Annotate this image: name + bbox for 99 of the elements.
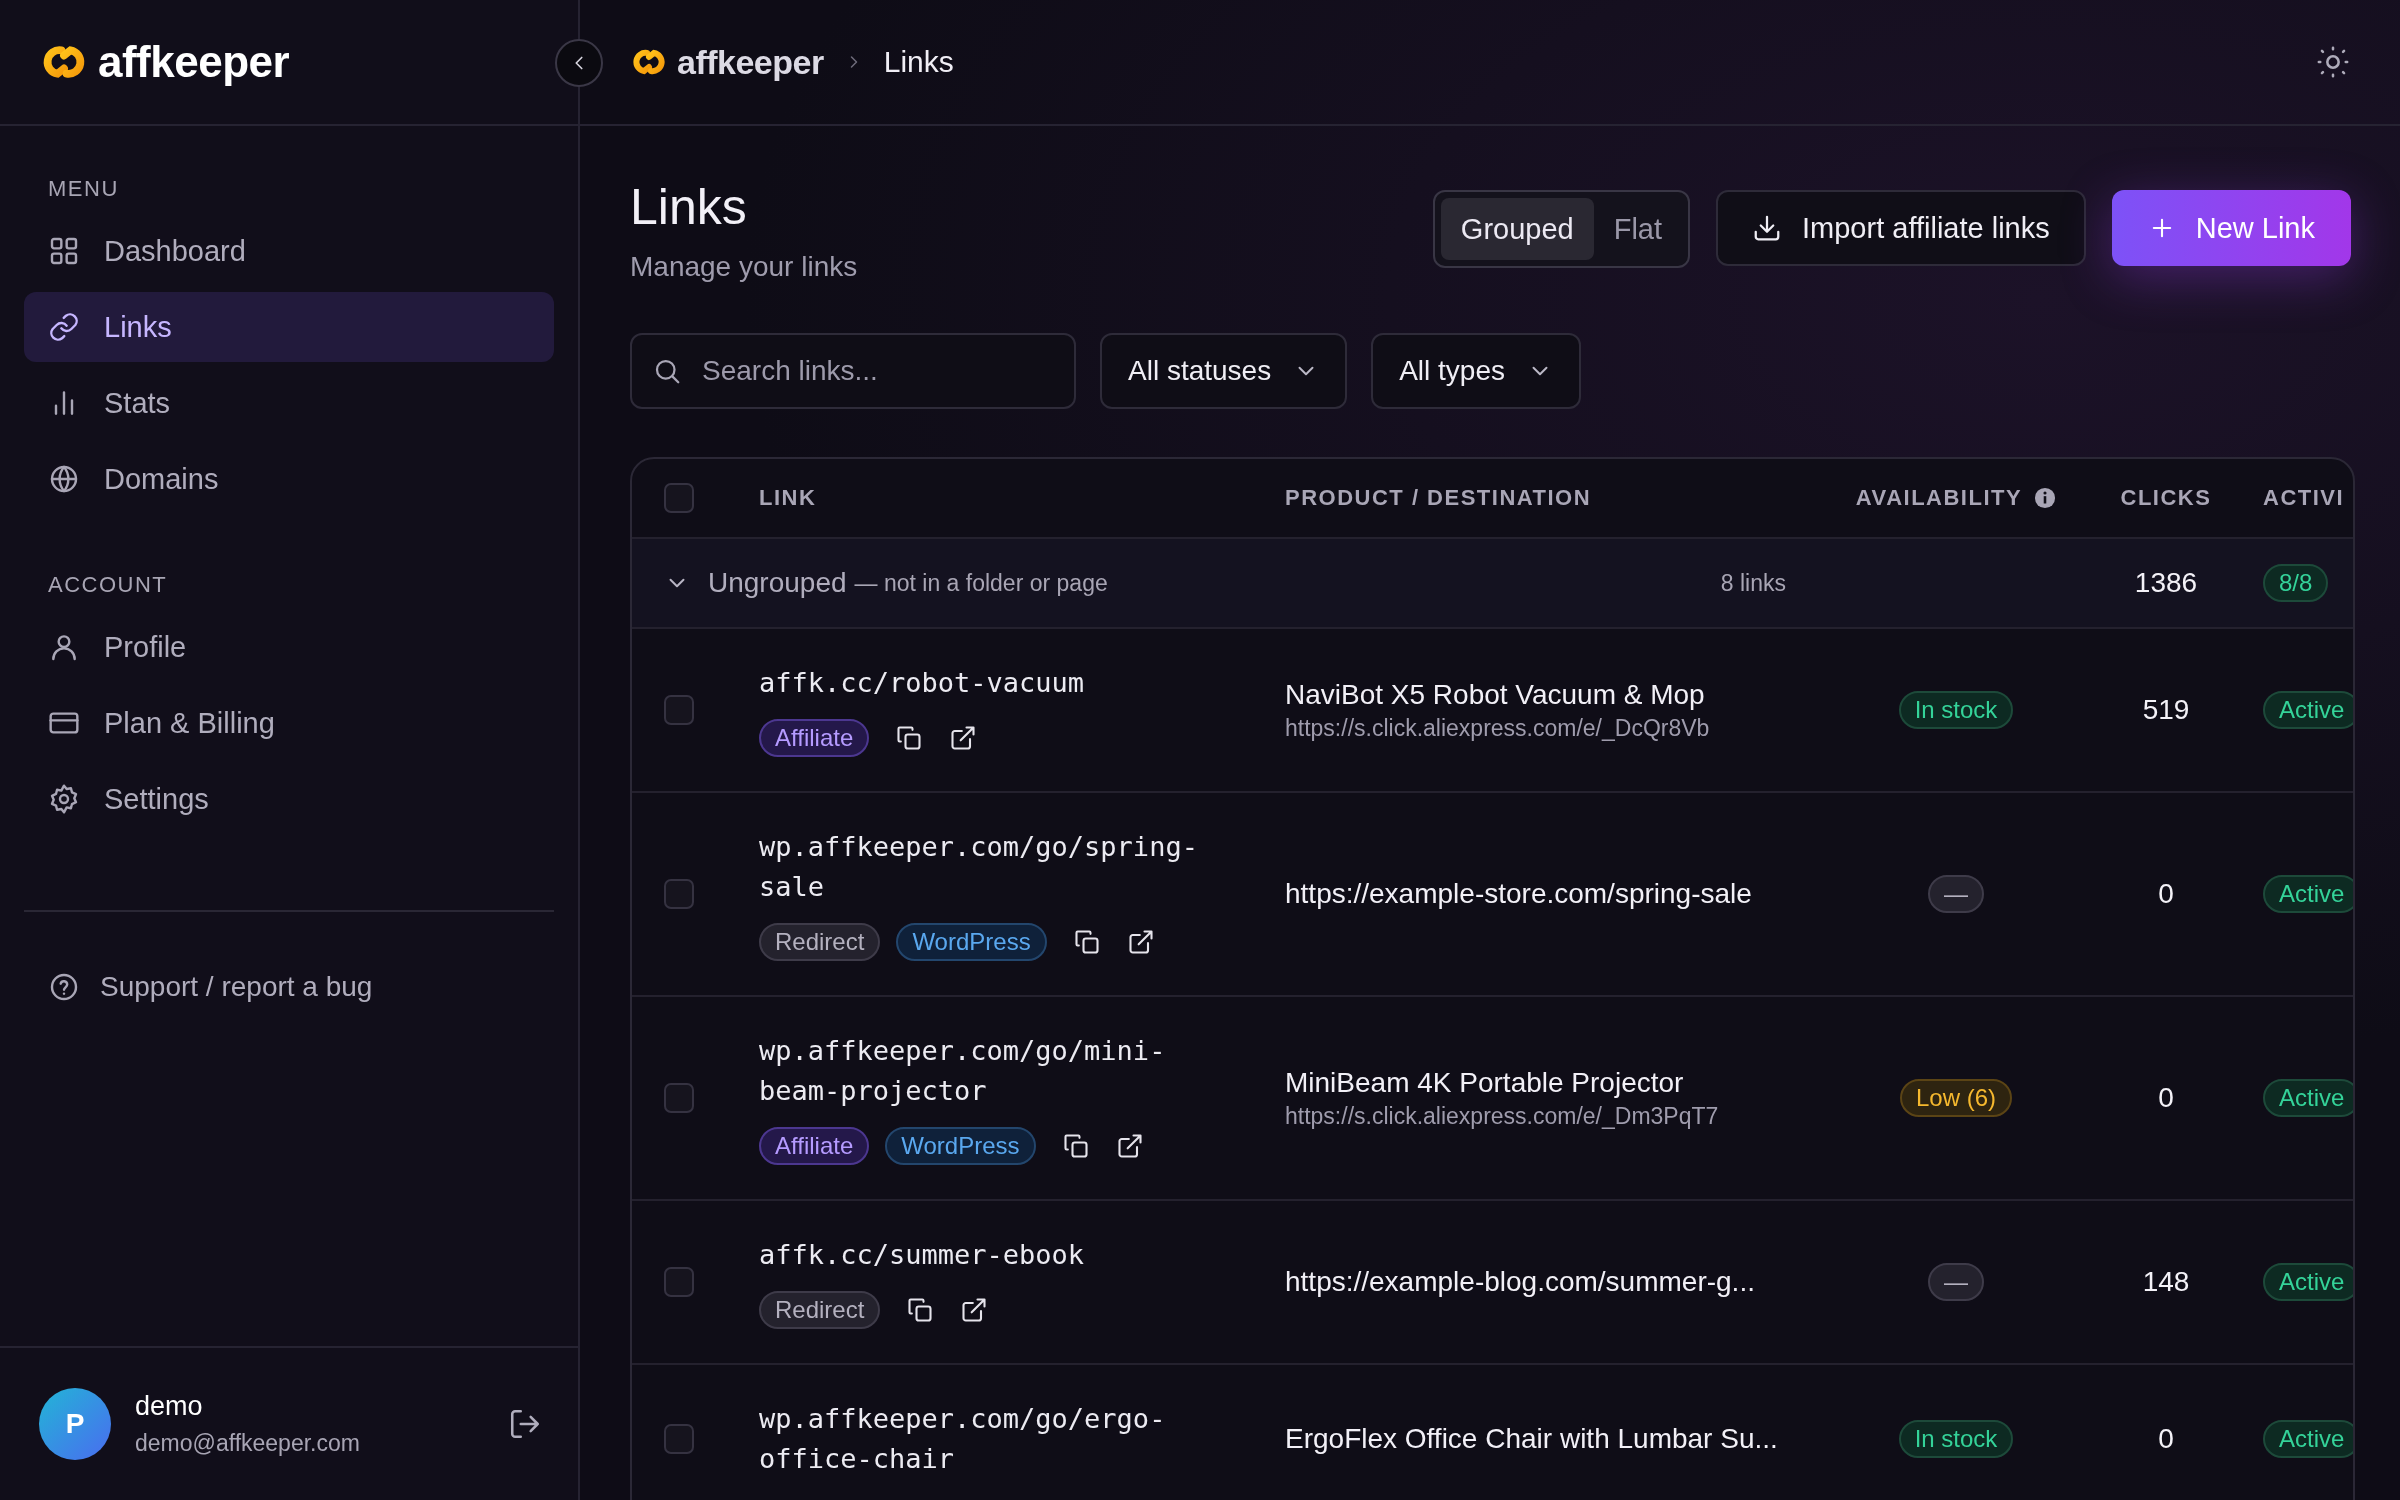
link-tag: Redirect [759, 1291, 881, 1329]
click-count: 0 [2158, 1423, 2174, 1455]
filter-dropdown[interactable]: All types [1371, 333, 1581, 409]
theme-toggle[interactable] [2316, 45, 2350, 79]
link-icon [48, 311, 80, 343]
sidebar-item[interactable]: Dashboard [24, 216, 554, 286]
sun-icon [2316, 45, 2350, 79]
copy-button[interactable] [906, 1296, 935, 1324]
short-link[interactable]: affk.cc/robot-vacuum [759, 663, 1085, 703]
column-header: ACTIVI [2263, 485, 2345, 511]
sidebar-item[interactable]: Profile [24, 612, 554, 682]
click-total: 1386 [2134, 567, 2198, 599]
destination-url: https://s.click.aliexpress.com/e/_DcQr8Vb [1285, 714, 1710, 742]
import-button[interactable]: Import affiliate links [1716, 190, 2086, 266]
availability-badge: — [1928, 875, 1984, 913]
grid-icon [48, 235, 80, 267]
product-name: https://example-store.com/spring-sale [1285, 878, 1752, 910]
sidebar-item[interactable]: Stats [24, 368, 554, 438]
group-name: Ungrouped [708, 567, 847, 599]
short-link[interactable]: wp.affkeeper.com/go/ergo-office-chair [759, 1399, 1229, 1479]
product-name: MiniBeam 4K Portable Projector [1285, 1066, 1684, 1099]
row-checkbox[interactable] [664, 1267, 694, 1297]
open-link-button[interactable] [1115, 1132, 1144, 1160]
link-tag: Redirect [759, 923, 881, 961]
short-link[interactable]: affk.cc/summer-ebook [759, 1235, 1085, 1275]
open-link-button[interactable] [1126, 928, 1155, 956]
view-tab[interactable]: Flat [1593, 198, 1683, 260]
sidebar-item[interactable]: Plan & Billing [24, 688, 554, 758]
status-badge: Active [2263, 691, 2353, 729]
external-link-icon [1126, 928, 1155, 956]
external-link-icon [1115, 1132, 1144, 1160]
copy-icon [1061, 1132, 1090, 1160]
link-tag: Affiliate [759, 719, 870, 757]
view-tab[interactable]: Grouped [1440, 198, 1594, 260]
availability-badge: In stock [1898, 1420, 2014, 1458]
page-subtitle: Manage your links [630, 251, 858, 283]
sidebar-item[interactable]: Domains [24, 444, 554, 514]
link-count: 8 links [1720, 569, 1786, 597]
column-header: CLICKS [2120, 485, 2212, 511]
product-name: NaviBot X5 Robot Vacuum & Mop [1285, 678, 1705, 711]
column-header: PRODUCT / DESTINATION [1285, 485, 1592, 511]
availability-badge: — [1928, 1263, 1984, 1301]
user-name: demo [135, 1391, 204, 1422]
breadcrumb[interactable]: Links [883, 45, 954, 79]
section-label: ACCOUNT [47, 571, 169, 599]
column-header: LINK [759, 485, 817, 511]
link-tag: WordPress [896, 923, 1047, 961]
click-count: 148 [2142, 1266, 2190, 1298]
product-name: ErgoFlex Office Chair with Lumbar Su... [1285, 1423, 1778, 1455]
brand-name: affkeeper [98, 37, 290, 87]
short-link[interactable]: wp.affkeeper.com/go/mini-beam-projector [759, 1031, 1229, 1111]
status-badge: Active [2263, 1079, 2353, 1117]
link-tag: Affiliate [759, 1127, 870, 1165]
new-link-button[interactable]: New Link [2111, 190, 2351, 266]
click-count: 0 [2158, 878, 2174, 910]
avatar: P [39, 1388, 111, 1460]
row-checkbox[interactable] [664, 695, 694, 725]
copy-button[interactable] [1061, 1132, 1090, 1160]
select-all-checkbox[interactable] [664, 483, 694, 513]
logout-icon [508, 1407, 542, 1441]
open-link-button[interactable] [949, 724, 978, 752]
row-checkbox[interactable] [664, 1083, 694, 1113]
click-count: 0 [2158, 1082, 2174, 1114]
settings-icon [48, 783, 80, 815]
page-title: Links [630, 180, 748, 235]
copy-icon [906, 1296, 935, 1324]
support-link[interactable]: Support / report a bug [24, 952, 397, 1022]
column-header: AVAILABILITY [1855, 485, 2023, 511]
sidebar-item[interactable]: Settings [24, 764, 554, 834]
copy-icon [1072, 928, 1101, 956]
product-name: https://example-blog.com/summer-g... [1285, 1266, 1755, 1298]
logout-button[interactable] [508, 1407, 542, 1441]
brand-name: affkeeper [677, 42, 824, 82]
filter-dropdown[interactable]: All statuses [1100, 333, 1348, 409]
link-tag: WordPress [885, 1127, 1036, 1165]
copy-icon [895, 724, 924, 752]
status-badge: Active [2263, 1420, 2353, 1458]
active-count: 8/8 [2263, 564, 2329, 602]
copy-button[interactable] [895, 724, 924, 752]
search-field[interactable]: Search links... [630, 333, 1076, 409]
external-link-icon [949, 724, 978, 752]
status-badge: Active [2263, 1263, 2353, 1301]
status-badge: Active [2263, 875, 2353, 913]
open-link-button[interactable] [960, 1296, 989, 1324]
click-count: 519 [2142, 694, 2190, 726]
row-checkbox[interactable] [664, 1424, 694, 1454]
help-icon [48, 971, 80, 1003]
group-note: — not in a folder or page [854, 569, 1108, 597]
globe-icon [48, 463, 80, 495]
section-label: MENU [47, 175, 120, 203]
row-checkbox[interactable] [664, 879, 694, 909]
sidebar-item[interactable]: Links [24, 292, 554, 362]
short-link[interactable]: wp.affkeeper.com/go/spring-sale [759, 827, 1229, 907]
copy-button[interactable] [1072, 928, 1101, 956]
availability-badge: Low (6) [1900, 1079, 2012, 1117]
availability-badge: In stock [1898, 691, 2014, 729]
destination-url: https://s.click.aliexpress.com/e/_Dm3PqT7 [1285, 1102, 1719, 1130]
user-email: demo@affkeeper.com [135, 1430, 361, 1457]
external-link-icon [960, 1296, 989, 1324]
